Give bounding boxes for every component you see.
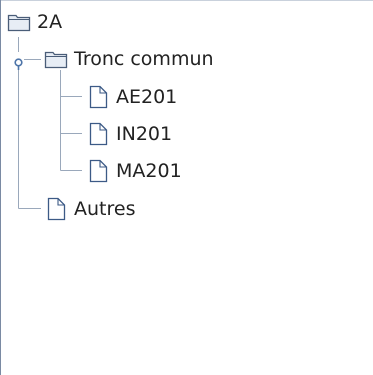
expanded-handle-icon[interactable] [12, 53, 26, 70]
tree-node-ma201[interactable]: MA201 [86, 156, 182, 186]
file-icon [86, 122, 110, 146]
file-icon [86, 159, 110, 183]
tree-node-label: MA201 [116, 160, 182, 182]
tree-node-tronc-commun[interactable]: Tronc commun [44, 44, 214, 74]
tree-node-label: Tronc commun [74, 48, 214, 70]
file-icon [86, 85, 110, 109]
folder-closed-icon [7, 10, 31, 34]
tree-node-label: 2A [37, 11, 63, 33]
folder-closed-icon [44, 47, 68, 71]
tree-node-label: Autres [74, 198, 136, 220]
tree-node-root[interactable]: 2A [7, 7, 62, 37]
tree-node-autres[interactable]: Autres [44, 194, 135, 224]
tree-node-label: AE201 [116, 86, 178, 108]
tree-node-label: IN201 [116, 123, 173, 145]
file-icon [44, 197, 68, 221]
tree-node-ae201[interactable]: AE201 [86, 82, 177, 112]
project-tree: 2A Tronc commun AE201 IN201 MA201 Autres [0, 0, 373, 375]
tree-node-in201[interactable]: IN201 [86, 119, 172, 149]
